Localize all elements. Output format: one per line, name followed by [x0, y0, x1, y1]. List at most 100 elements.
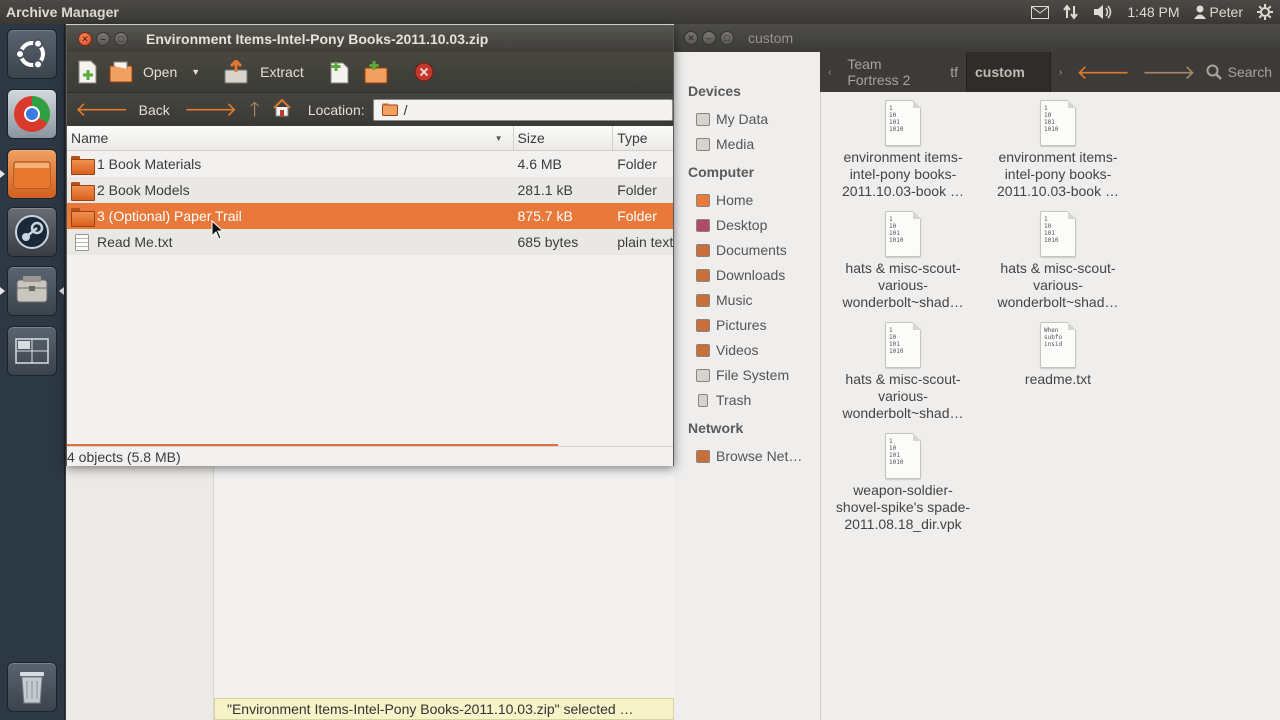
sidebar-item-label: Media — [716, 136, 755, 152]
volume-icon[interactable] — [1086, 0, 1120, 24]
user-menu[interactable]: Peter — [1187, 0, 1250, 24]
file-name: 2 Book Models — [97, 182, 190, 198]
file-item[interactable]: 1 10 101 1010 hats & misc-scout-various-w… — [988, 211, 1128, 319]
add-files-button[interactable] — [328, 56, 352, 88]
archive-manager-icon[interactable] — [7, 266, 57, 316]
file-name: 1 Book Materials — [97, 156, 202, 172]
table-row[interactable]: 1 Book Materials 4.6 MB Folder — [67, 151, 673, 177]
file-item[interactable]: 1 10 101 1010 hats & misc-scout-various-w… — [833, 211, 973, 319]
drive-icon — [696, 368, 710, 382]
table-row[interactable]: 3 (Optional) Paper Trail 875.7 kB Folder — [67, 203, 673, 229]
running-indicator — [0, 287, 5, 295]
active-app-title: Archive Manager — [6, 4, 119, 20]
files-icon[interactable] — [7, 149, 57, 199]
file-name: Read Me.txt — [97, 234, 173, 250]
minimize-icon[interactable]: – — [96, 32, 110, 46]
network-icon[interactable] — [1056, 0, 1086, 24]
table-row[interactable]: Read Me.txt 685 bytes plain text document — [67, 229, 673, 255]
sidebar-item-videos[interactable]: Videos — [696, 339, 759, 361]
breadcrumb-team-fortress-2[interactable]: Team Fortress 2 — [839, 52, 942, 92]
search-label[interactable]: Search — [1226, 52, 1280, 92]
sidebar-item-home[interactable]: Home — [696, 189, 753, 211]
column-type[interactable]: Type — [613, 126, 673, 150]
file-item[interactable]: 1 10 101 1010 hats & misc-scout-various-w… — [833, 322, 973, 430]
up-arrow-icon[interactable]: 🡑 — [245, 100, 263, 120]
places-sidebar: Devices My Data Media Computer Home Desk… — [674, 52, 821, 720]
file-label: environment items-intel-pony books-2011.… — [842, 149, 964, 199]
breadcrumb-scroll-left-icon[interactable]: ‹ — [820, 52, 839, 92]
sidebar-item-browse-network[interactable]: Browse Net… — [696, 445, 802, 467]
user-name: Peter — [1209, 4, 1243, 20]
archive-manager-window: ✕ – □ Environment Items-Intel-Pony Books… — [66, 25, 674, 466]
sidebar-item-downloads[interactable]: Downloads — [696, 264, 785, 286]
breadcrumb-scroll-right-icon[interactable]: › — [1051, 52, 1070, 92]
sidebar-item-music[interactable]: Music — [696, 289, 753, 311]
forward-arrow-icon[interactable]: 🡒 — [1136, 52, 1202, 92]
back-arrow-icon[interactable]: 🡐 — [71, 100, 133, 120]
ubuntu-dash-icon[interactable] — [7, 29, 57, 79]
focused-indicator — [59, 287, 64, 295]
new-archive-button[interactable] — [77, 56, 99, 88]
sidebar-item-file-system[interactable]: File System — [696, 364, 789, 386]
archive-toolbar: Open ▼ Extract — [67, 52, 673, 92]
column-size[interactable]: Size — [514, 126, 614, 150]
chrome-icon[interactable] — [7, 89, 57, 139]
extract-button[interactable]: Extract — [224, 56, 304, 88]
clock[interactable]: 1:48 PM — [1120, 0, 1186, 24]
sidebar-item-documents[interactable]: Documents — [696, 239, 787, 261]
forward-arrow-icon[interactable]: 🡒 — [180, 100, 242, 120]
breadcrumb-tf[interactable]: tf — [942, 52, 966, 92]
maximize-icon[interactable]: □ — [114, 32, 128, 46]
chevron-down-icon[interactable]: ▼ — [191, 67, 200, 77]
trash-icon[interactable] — [7, 662, 57, 712]
open-button[interactable]: Open ▼ — [109, 56, 200, 88]
home-icon[interactable] — [268, 98, 296, 121]
file-item[interactable]: 1 10 101 1010 weapon-soldier-shovel-spike… — [833, 433, 973, 541]
steam-icon[interactable] — [7, 207, 57, 257]
column-name-label: Name — [71, 130, 109, 146]
file-item[interactable]: 1 10 101 1010 environment items-intel-pon… — [988, 100, 1128, 208]
back-button[interactable]: Back — [139, 102, 170, 118]
breadcrumb-custom[interactable]: custom — [966, 52, 1052, 92]
sidebar-header-devices: Devices — [688, 83, 741, 99]
column-name[interactable]: Name ▼ — [67, 126, 514, 150]
file-icon: When subfo insid — [1040, 322, 1076, 368]
sidebar-item-pictures[interactable]: Pictures — [696, 314, 767, 336]
sidebar-item-my-data[interactable]: My Data — [696, 108, 768, 130]
selection-status-tooltip: "Environment Items-Intel-Pony Books-2011… — [214, 698, 674, 720]
sidebar-item-label: Desktop — [716, 217, 768, 233]
archive-manager-titlebar[interactable]: ✕ – □ Environment Items-Intel-Pony Books… — [67, 26, 673, 52]
close-icon[interactable]: ✕ — [684, 31, 698, 45]
file-icon: 1 10 101 1010 — [885, 100, 921, 146]
add-folder-button[interactable] — [364, 56, 388, 88]
search-icon[interactable] — [1202, 52, 1226, 92]
column-type-label: Type — [617, 130, 648, 146]
table-row[interactable]: 2 Book Models 281.1 kB Folder — [67, 177, 673, 203]
gear-icon[interactable] — [1250, 0, 1280, 24]
file-manager-titlebar[interactable]: ✕ – □ custom — [674, 24, 1280, 52]
location-field[interactable]: / — [372, 98, 673, 121]
file-icon: 1 10 101 1010 — [885, 433, 921, 479]
maximize-icon[interactable]: □ — [720, 31, 734, 45]
sidebar-item-desktop[interactable]: Desktop — [696, 214, 767, 236]
location-value: / — [403, 101, 408, 118]
workspace-switcher-icon[interactable] — [7, 326, 57, 376]
file-item[interactable]: When subfo insid readme.txt — [988, 322, 1128, 430]
sidebar-item-trash[interactable]: Trash — [696, 389, 751, 411]
stop-button[interactable] — [414, 56, 434, 88]
file-item[interactable]: 1 10 101 1010 environment items-intel-pon… — [833, 100, 973, 208]
cell-size: 4.6 MB — [517, 156, 562, 172]
back-arrow-icon[interactable]: 🡐 — [1070, 52, 1136, 92]
new-archive-icon — [78, 60, 97, 84]
cell-type: Folder — [617, 156, 657, 172]
close-icon[interactable]: ✕ — [78, 32, 92, 46]
column-header: Name ▼ Size Type — [67, 126, 673, 151]
cell-size: 281.1 kB — [517, 182, 573, 198]
cell-type: Folder — [617, 182, 657, 198]
open-label: Open — [143, 64, 178, 80]
mail-icon[interactable] — [1024, 0, 1056, 24]
minimize-icon[interactable]: – — [702, 31, 716, 45]
documents-folder-icon — [696, 243, 710, 257]
sidebar-item-media[interactable]: Media — [696, 133, 754, 155]
file-icon: 1 10 101 1010 — [1040, 100, 1076, 146]
